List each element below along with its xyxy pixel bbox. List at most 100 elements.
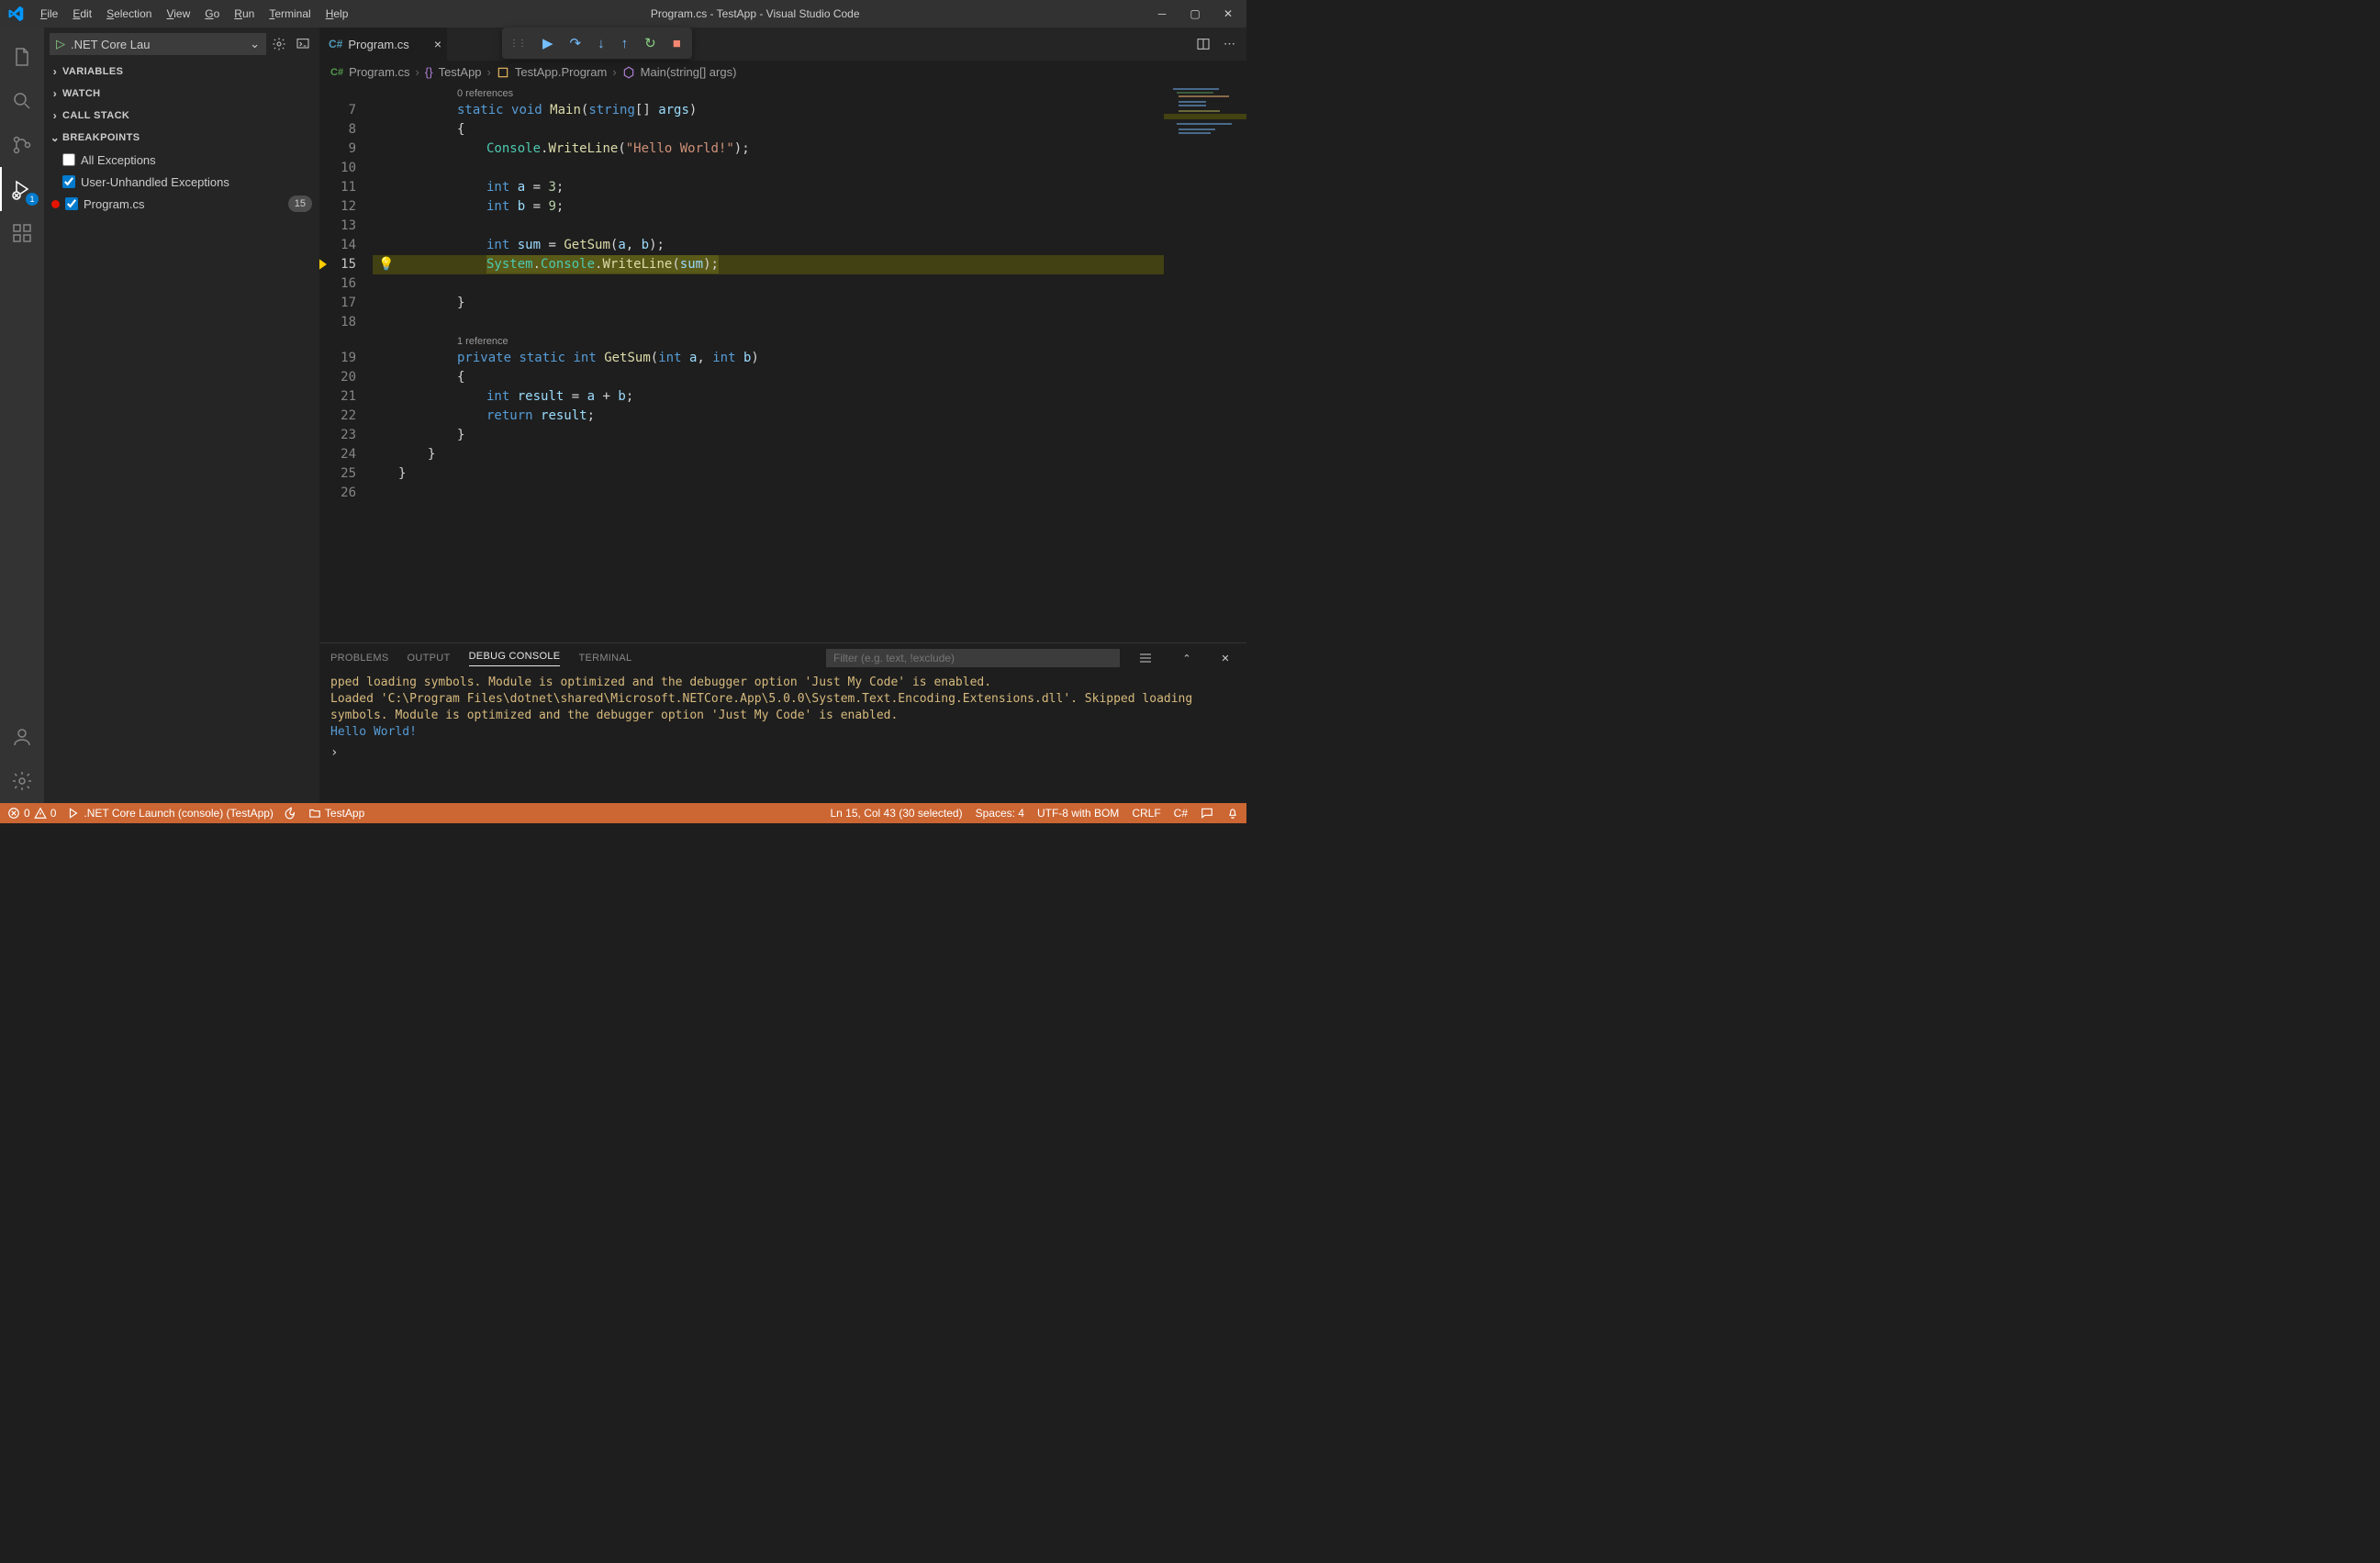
checkbox-all-exceptions[interactable] <box>62 153 75 166</box>
tab-output[interactable]: OUTPUT <box>408 653 451 664</box>
step-over-icon[interactable]: ↷ <box>570 35 582 51</box>
debug-toolbar[interactable]: ⋮⋮ ▶ ↷ ↓ ↑ ↻ ■ <box>502 28 692 59</box>
code-line[interactable]: } <box>373 426 1164 445</box>
checkbox-user-unhandled[interactable] <box>62 175 75 188</box>
window-maximize-icon[interactable]: ▢ <box>1188 7 1202 20</box>
menu-run[interactable]: Run <box>227 7 262 20</box>
variables-section[interactable]: › VARIABLES <box>44 61 319 83</box>
lightbulb-icon[interactable]: 💡 <box>378 255 394 274</box>
code-line[interactable]: { <box>373 120 1164 140</box>
breakpoint-user-unhandled[interactable]: User-Unhandled Exceptions <box>44 171 319 193</box>
breakpoint-all-exceptions[interactable]: All Exceptions <box>44 149 319 171</box>
continue-icon[interactable]: ▶ <box>542 35 553 51</box>
code-line[interactable]: return result; <box>373 407 1164 426</box>
csharp-file-icon: C# <box>330 67 343 78</box>
gear-icon[interactable] <box>272 37 290 51</box>
split-editor-icon[interactable] <box>1196 37 1211 51</box>
more-actions-icon[interactable]: ⋯ <box>1224 37 1235 51</box>
restart-icon[interactable]: ↻ <box>644 35 656 51</box>
output-line: Hello World! <box>330 724 1235 741</box>
code-line[interactable]: int sum = GetSum(a, b); <box>373 236 1164 255</box>
code-line[interactable] <box>373 159 1164 178</box>
status-folder[interactable]: TestApp <box>308 807 364 820</box>
debug-console-icon[interactable] <box>296 37 314 51</box>
code-line[interactable] <box>373 484 1164 503</box>
code-line[interactable]: } <box>373 294 1164 313</box>
code-line[interactable]: int a = 3; <box>373 178 1164 197</box>
watch-section[interactable]: › WATCH <box>44 83 319 105</box>
checkbox-breakpoint-file[interactable] <box>65 197 78 210</box>
status-language[interactable]: C# <box>1174 807 1188 820</box>
tab-problems[interactable]: PROBLEMS <box>330 653 389 664</box>
status-cursor-position[interactable]: Ln 15, Col 43 (30 selected) <box>831 807 963 820</box>
code-line[interactable]: int b = 9; <box>373 197 1164 217</box>
breakpoints-section[interactable]: ⌄ BREAKPOINTS <box>44 127 319 149</box>
codelens[interactable]: 0 references <box>373 84 1164 101</box>
code-line[interactable] <box>373 313 1164 332</box>
status-indentation[interactable]: Spaces: 4 <box>976 807 1024 820</box>
step-out-icon[interactable]: ↑ <box>621 36 629 51</box>
tab-program-cs[interactable]: C# Program.cs × <box>319 28 448 61</box>
editor-tabs: C# Program.cs × ⋯ <box>319 28 1246 61</box>
account-icon[interactable] <box>0 715 44 759</box>
code-line[interactable] <box>373 217 1164 236</box>
status-bell-icon[interactable] <box>1226 807 1239 820</box>
explorer-icon[interactable] <box>0 35 44 79</box>
status-encoding[interactable]: UTF-8 with BOM <box>1037 807 1119 820</box>
debug-console-output[interactable]: pped loading symbols. Module is optimize… <box>319 673 1246 803</box>
chevron-down-icon: ⌄ <box>48 131 62 144</box>
code-line[interactable]: Console.WriteLine("Hello World!"); <box>373 140 1164 159</box>
chevron-down-icon: ⌄ <box>250 37 260 51</box>
code-line[interactable]: { <box>373 368 1164 387</box>
code-line[interactable]: } <box>373 464 1164 484</box>
status-errors[interactable]: 0 0 <box>7 807 56 820</box>
code-line[interactable]: int result = a + b; <box>373 387 1164 407</box>
code-line[interactable]: } <box>373 445 1164 464</box>
status-eol[interactable]: CRLF <box>1132 807 1160 820</box>
code-line[interactable] <box>373 274 1164 294</box>
step-into-icon[interactable]: ↓ <box>598 36 605 51</box>
drag-handle-icon[interactable]: ⋮⋮ <box>509 39 526 49</box>
code-content[interactable]: 0 referencesstatic void Main(string[] ar… <box>373 84 1164 642</box>
close-panel-icon[interactable]: ✕ <box>1215 653 1235 664</box>
settings-gear-icon[interactable] <box>0 759 44 803</box>
filter-input[interactable] <box>826 649 1120 667</box>
window-minimize-icon[interactable]: ─ <box>1155 7 1169 20</box>
word-wrap-icon[interactable] <box>1138 651 1158 665</box>
source-control-icon[interactable] <box>0 123 44 167</box>
launch-config-select[interactable]: ▷ .NET Core Lau ⌄ <box>50 33 266 55</box>
code-line[interactable]: System.Console.WriteLine(sum);💡 <box>373 255 1164 274</box>
start-debug-icon[interactable]: ▷ <box>56 37 65 51</box>
status-launch-config[interactable]: .NET Core Launch (console) (TestApp) <box>67 807 274 820</box>
status-flame-icon[interactable] <box>285 807 297 820</box>
status-feedback-icon[interactable] <box>1201 807 1213 820</box>
window-close-icon[interactable]: ✕ <box>1221 7 1235 20</box>
run-debug-icon[interactable]: 1 <box>0 167 44 211</box>
callstack-section[interactable]: › CALL STACK <box>44 105 319 127</box>
code-line[interactable]: private static int GetSum(int a, int b) <box>373 349 1164 368</box>
menu-edit[interactable]: Edit <box>65 7 99 20</box>
menu-help[interactable]: Help <box>318 7 356 20</box>
code-editor[interactable]: 7891011121314151617181920212223242526 0 … <box>319 84 1246 642</box>
breadcrumbs[interactable]: C# Program.cs › {} TestApp › TestApp.Pro… <box>319 61 1246 84</box>
code-line[interactable]: static void Main(string[] args) <box>373 101 1164 120</box>
menu-file[interactable]: File <box>33 7 65 20</box>
menu-go[interactable]: Go <box>197 7 227 20</box>
tab-label: Program.cs <box>348 38 408 51</box>
search-icon[interactable] <box>0 79 44 123</box>
menu-view[interactable]: View <box>159 7 197 20</box>
minimap[interactable] <box>1164 84 1246 642</box>
breakpoint-file[interactable]: Program.cs 15 <box>44 193 319 215</box>
menu-selection[interactable]: Selection <box>99 7 159 20</box>
output-line: Loaded 'C:\Program Files\dotnet\shared\M… <box>330 691 1235 724</box>
tab-debug-console[interactable]: DEBUG CONSOLE <box>469 651 561 666</box>
debug-console-prompt[interactable]: › <box>330 744 1235 761</box>
codelens[interactable]: 1 reference <box>373 332 1164 349</box>
chevron-up-icon[interactable]: ⌃ <box>1177 653 1197 664</box>
line-gutter[interactable]: 7891011121314151617181920212223242526 <box>319 84 373 642</box>
stop-icon[interactable]: ■ <box>673 36 681 51</box>
extensions-icon[interactable] <box>0 211 44 255</box>
tab-terminal[interactable]: TERMINAL <box>578 653 631 664</box>
menu-terminal[interactable]: Terminal <box>262 7 318 20</box>
close-tab-icon[interactable]: × <box>434 37 441 51</box>
